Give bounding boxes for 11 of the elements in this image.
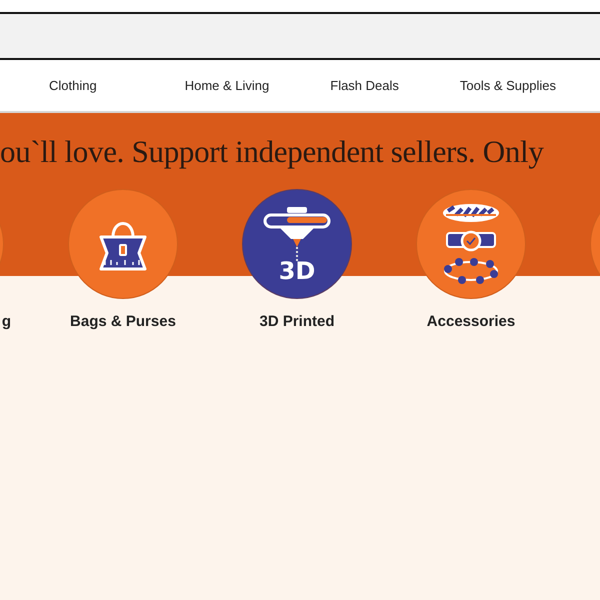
category-label[interactable]: Accessories xyxy=(426,313,516,330)
category-label[interactable]: Bags & Purses xyxy=(70,313,176,330)
nav-link[interactable]: Home & Living xyxy=(184,78,270,93)
search-bar[interactable] xyxy=(0,12,600,60)
badge-text: 3D xyxy=(278,259,316,283)
category-label[interactable]: g xyxy=(2,313,11,330)
nav-link[interactable]: Tools & Supplies xyxy=(460,78,556,93)
nav-link[interactable]: Flash Deals xyxy=(330,78,399,93)
banner-headline: ou`ll love. Support independent sellers. Only xyxy=(0,133,545,170)
nav-link[interactable]: Clothing xyxy=(49,78,97,93)
category-label[interactable]: 3D Printed xyxy=(259,313,334,330)
